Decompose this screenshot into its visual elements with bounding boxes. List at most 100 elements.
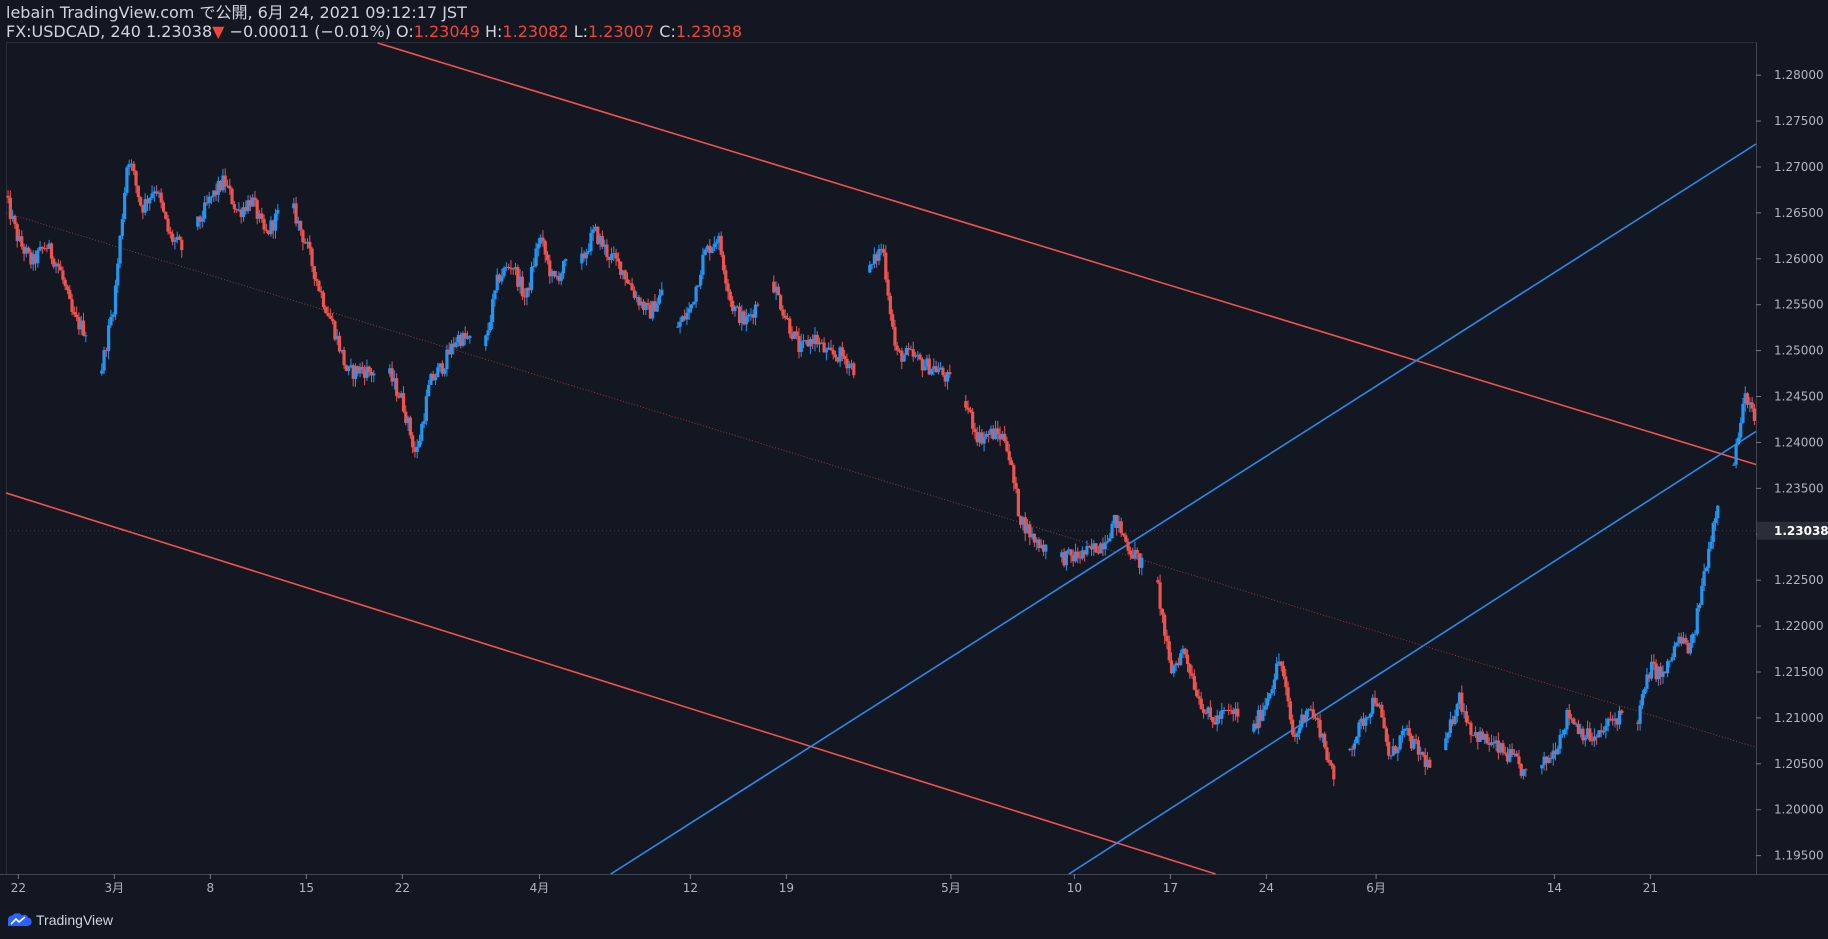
candle-body xyxy=(1675,642,1679,646)
candle-body xyxy=(1332,765,1336,780)
candle-body xyxy=(605,244,609,257)
candle-body xyxy=(721,254,726,271)
candle-body xyxy=(559,273,563,281)
candle-body xyxy=(614,253,618,259)
candle-body xyxy=(1355,736,1359,744)
candle-body xyxy=(1316,718,1320,720)
candle-body xyxy=(84,335,88,337)
candle-body xyxy=(59,266,63,271)
candle-body xyxy=(968,409,972,412)
candle-body xyxy=(1291,719,1295,735)
time-tick-label: 12 xyxy=(683,881,698,895)
candle-body xyxy=(589,232,593,251)
price-tick-label: 1.20500 xyxy=(1774,757,1824,771)
candle-body xyxy=(486,330,490,336)
candle-body xyxy=(150,193,154,198)
candle-460 xyxy=(1220,702,1224,725)
candle-body xyxy=(630,283,634,291)
candle-body xyxy=(799,341,803,353)
trendline-1 xyxy=(5,492,1216,875)
candle-body xyxy=(1323,733,1327,748)
candle-body xyxy=(692,301,696,305)
candle-body xyxy=(1190,673,1194,677)
candle-body xyxy=(468,335,472,339)
candle-body xyxy=(1128,550,1132,555)
candle-body xyxy=(315,279,319,281)
candle-body xyxy=(1076,551,1080,558)
candle-body xyxy=(895,345,899,351)
candle-body xyxy=(321,292,326,308)
candle-body xyxy=(1515,753,1519,757)
candle-235 xyxy=(623,269,627,286)
candle-body xyxy=(1156,580,1160,583)
candle-87 xyxy=(230,187,234,205)
candle-body xyxy=(687,308,691,313)
candle-383 xyxy=(1016,488,1020,517)
candle-body xyxy=(1179,653,1183,666)
candle-body xyxy=(1121,533,1126,536)
candle-body xyxy=(49,243,54,259)
candle-body xyxy=(1691,634,1695,644)
candle-body xyxy=(260,213,264,219)
price-tick-label: 1.21500 xyxy=(1774,665,1824,679)
time-tick-label: 15 xyxy=(299,881,314,895)
candle-body xyxy=(61,270,65,280)
candle-body xyxy=(1110,523,1114,539)
candle-body xyxy=(427,384,431,397)
candle-body xyxy=(136,185,140,198)
candle-body xyxy=(1279,661,1283,666)
candle-body xyxy=(703,249,707,255)
candle-body xyxy=(420,423,424,441)
candle-89 xyxy=(235,208,239,213)
candle-581 xyxy=(1551,743,1555,766)
candle-body xyxy=(360,366,364,370)
candle-590 xyxy=(1572,716,1576,725)
time-tick-label: 22 xyxy=(395,881,410,895)
candle-body xyxy=(463,333,467,339)
candle-body xyxy=(411,435,415,448)
candle-body xyxy=(1195,689,1199,697)
candle-body xyxy=(1752,408,1756,421)
candle-body xyxy=(415,446,419,453)
candle-body xyxy=(655,303,659,312)
candle-body xyxy=(1583,737,1587,741)
candle-body xyxy=(308,241,312,249)
candle-571 xyxy=(1515,750,1519,757)
candle-body xyxy=(1693,633,1697,635)
candle-body xyxy=(1160,608,1164,615)
candle-body xyxy=(116,263,120,286)
candle-body xyxy=(56,263,60,267)
price-axis[interactable]: 1.19500 1.20000 1.20500 1.21000 1.21500 1.220… xyxy=(1756,68,1828,863)
time-tick-label: 3月 xyxy=(105,881,125,895)
time-tick-label: 5月 xyxy=(941,881,961,895)
tradingview-logo-icon[interactable] xyxy=(6,913,32,927)
candle-body xyxy=(712,243,716,248)
candle-body xyxy=(310,248,314,267)
candle-411 xyxy=(1094,542,1098,553)
candle-body xyxy=(1485,733,1489,744)
candle-body xyxy=(870,263,874,265)
time-tick-label: 6月 xyxy=(1366,881,1386,895)
candle-251 xyxy=(660,282,664,297)
candle-body xyxy=(319,291,323,293)
candle-body xyxy=(852,363,856,376)
candle-233 xyxy=(619,261,623,279)
price-chart[interactable]: 1.19500 1.20000 1.20500 1.21000 1.21500 1.220… xyxy=(0,0,1828,939)
candle-64 xyxy=(164,211,168,220)
candle-body xyxy=(1652,661,1656,664)
candle-body xyxy=(1183,648,1187,655)
candle-body xyxy=(1261,709,1265,721)
candle-body xyxy=(1503,752,1507,754)
candle-body xyxy=(1732,464,1736,466)
time-tick-label: 8 xyxy=(207,881,215,895)
candle-body xyxy=(223,175,227,187)
candle-121 xyxy=(321,290,326,310)
time-axis[interactable]: 22 3月 8 15 22 4月 12 19 5月 10 17 24 6月 14 21 xyxy=(11,874,1658,895)
candle-5 xyxy=(15,222,19,248)
candle-body xyxy=(545,254,550,261)
candle-body xyxy=(1005,441,1009,452)
candle-body xyxy=(488,321,492,331)
candle-body xyxy=(726,283,730,292)
price-tick-label: 1.26500 xyxy=(1774,206,1824,220)
candle-body xyxy=(1407,728,1411,736)
